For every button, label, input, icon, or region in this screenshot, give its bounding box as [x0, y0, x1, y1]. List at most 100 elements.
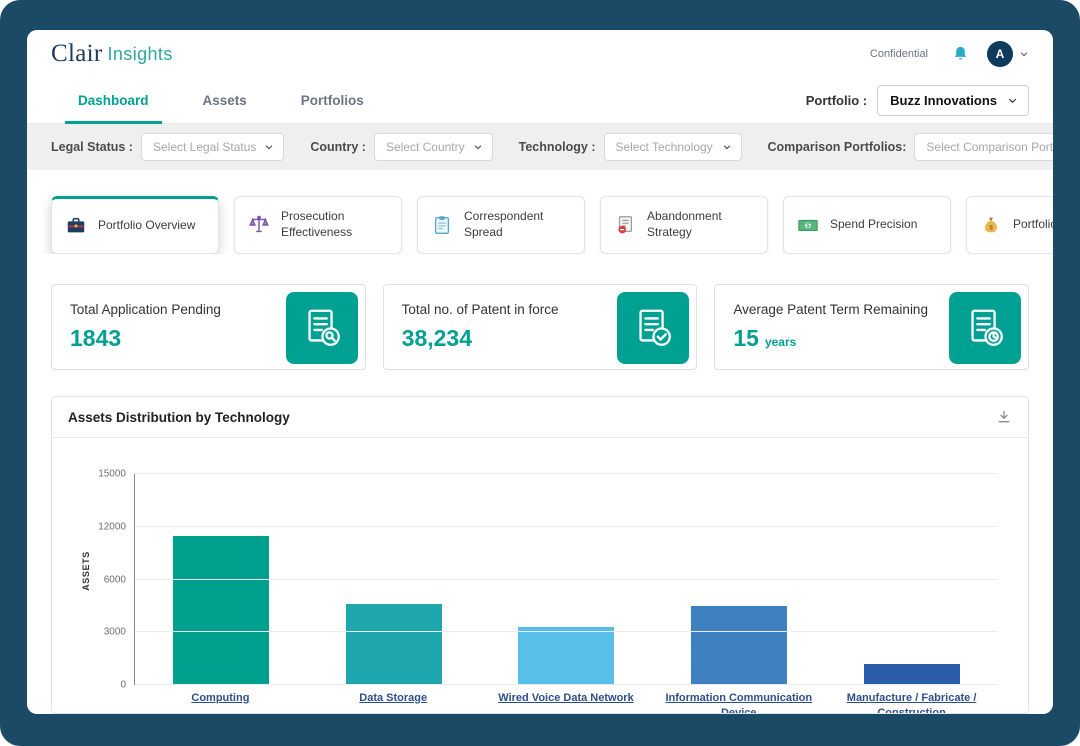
y-tick-label: 12000 — [98, 521, 126, 532]
select-placeholder: Select Technology — [616, 140, 713, 154]
stat-value: 38,234 — [402, 325, 472, 352]
filter-group-legal-status: Legal Status : Select Legal Status — [51, 133, 284, 161]
avatar[interactable]: A — [987, 41, 1013, 67]
feature-title: Abandonment Strategy — [647, 209, 755, 240]
stat-value: 15 — [733, 325, 759, 352]
filter-group-comparison-portfolios: Comparison Portfolios: Select Comparison… — [768, 133, 1054, 161]
chevron-down-icon — [722, 142, 732, 152]
header-right: Confidential A — [870, 41, 1029, 67]
gridline — [135, 684, 998, 685]
x-label-slot: Data Storage — [307, 691, 480, 714]
bar-information-communication-device[interactable] — [691, 606, 787, 685]
cash-icon: $ — [796, 214, 820, 236]
x-axis-label[interactable]: Manufacture / Fabricate / Construction — [827, 691, 997, 714]
filter-group-country: Country : Select Country — [310, 133, 492, 161]
gridline — [135, 473, 998, 474]
briefcase-icon — [64, 215, 88, 237]
tab-assets[interactable]: Assets — [176, 78, 274, 123]
chevron-down-icon — [264, 142, 274, 152]
select-placeholder: Select Country — [386, 140, 465, 154]
portfolio-select[interactable]: Buzz Innovations — [877, 85, 1029, 116]
download-icon[interactable] — [996, 409, 1012, 425]
legal-status-select[interactable]: Select Legal Status — [141, 133, 284, 161]
app-header: Clair Insights Confidential A — [27, 30, 1053, 78]
x-axis-label[interactable]: Wired Voice Data Network — [498, 691, 633, 714]
y-axis-title: ASSETS — [81, 551, 91, 591]
card-portfolio-strength[interactable]: $ Portfolio Strength — [966, 196, 1053, 254]
portfolio-group: Portfolio : Buzz Innovations — [806, 78, 1029, 123]
x-label-slot: Information Communication Device — [652, 691, 825, 714]
money-bag-icon: $ — [979, 214, 1003, 236]
logo-primary: Clair — [51, 40, 103, 68]
document-clock-icon — [949, 292, 1021, 364]
select-placeholder: Select Legal Status — [153, 140, 256, 154]
bar-slot — [653, 474, 826, 685]
country-select[interactable]: Select Country — [374, 133, 493, 161]
tab-dashboard[interactable]: Dashboard — [51, 78, 176, 123]
nav-row: Dashboard Assets Portfolios Portfolio : … — [27, 78, 1053, 124]
bar-wired-voice-data-network[interactable] — [518, 627, 614, 685]
card-spend-precision[interactable]: $ Spend Precision — [783, 196, 951, 254]
gridline — [135, 526, 998, 527]
chevron-down-icon — [1007, 95, 1018, 106]
feature-title: Portfolio Strength — [1013, 217, 1053, 233]
x-axis-label[interactable]: Information Communication Device — [654, 691, 824, 714]
feature-title: Spend Precision — [830, 217, 917, 233]
document-stop-icon — [613, 214, 637, 236]
filter-label: Comparison Portfolios: — [768, 140, 907, 154]
bar-manufacture-fabricate-construction[interactable] — [864, 664, 960, 685]
x-labels: Computing Data Storage Wired Voice Data Ne… — [134, 691, 998, 714]
bar-slot — [480, 474, 653, 685]
plot-area: 0300060001200015000 — [134, 474, 998, 685]
bar-data-storage[interactable] — [346, 604, 442, 685]
logo-secondary: Insights — [108, 44, 173, 65]
scales-icon — [247, 214, 271, 236]
y-tick-label: 6000 — [104, 574, 126, 585]
feature-title: Portfolio Overview — [98, 218, 195, 234]
x-label-slot: Manufacture / Fabricate / Construction — [825, 691, 998, 714]
chevron-down-icon[interactable] — [1019, 49, 1029, 59]
bell-icon[interactable] — [952, 45, 969, 63]
filter-label: Country : — [310, 140, 366, 154]
stat-value: 1843 — [70, 325, 121, 352]
chart-card: Assets Distribution by Technology ASSETS… — [51, 396, 1029, 714]
stat-card-average-patent-term: Average Patent Term Remaining 15 years — [714, 284, 1029, 370]
x-label-slot: Computing — [134, 691, 307, 714]
y-tick-label: 0 — [120, 680, 126, 691]
filter-group-technology: Technology : Select Technology — [519, 133, 742, 161]
technology-select[interactable]: Select Technology — [604, 133, 742, 161]
stat-suffix: years — [765, 335, 796, 349]
filter-label: Technology : — [519, 140, 596, 154]
stats-row: Total Application Pending 1843 Total no.… — [27, 254, 1053, 370]
comparison-portfolio-select[interactable]: Select Comparison Portfolio — [914, 133, 1053, 161]
gridline — [135, 579, 998, 580]
stat-card-applications-pending: Total Application Pending 1843 — [51, 284, 366, 370]
x-label-slot: Wired Voice Data Network — [480, 691, 653, 714]
select-placeholder: Select Comparison Portfolio — [926, 140, 1053, 154]
card-abandonment-strategy[interactable]: Abandonment Strategy — [600, 196, 768, 254]
x-axis-label[interactable]: Computing — [191, 691, 249, 714]
filter-bar: Legal Status : Select Legal Status Count… — [27, 124, 1053, 170]
document-check-icon — [617, 292, 689, 364]
app-frame: Clair Insights Confidential A Dashboard … — [0, 0, 1080, 746]
portfolio-label: Portfolio : — [806, 93, 867, 108]
bar-slot — [825, 474, 998, 685]
card-prosecution-effectiveness[interactable]: Prosecution Effectiveness — [234, 196, 402, 254]
confidential-label: Confidential — [870, 48, 928, 60]
card-portfolio-overview[interactable]: Portfolio Overview — [51, 196, 219, 254]
chart-header: Assets Distribution by Technology — [52, 397, 1028, 438]
bar-slot — [135, 474, 308, 685]
y-tick-label: 3000 — [104, 627, 126, 638]
tab-portfolios[interactable]: Portfolios — [274, 78, 391, 123]
chart-title: Assets Distribution by Technology — [68, 410, 290, 425]
feature-title: Correspondent Spread — [464, 209, 572, 240]
x-axis-label[interactable]: Data Storage — [359, 691, 427, 714]
bar-slot — [308, 474, 481, 685]
card-correspondent-spread[interactable]: Correspondent Spread — [417, 196, 585, 254]
y-tick-label: 15000 — [98, 469, 126, 480]
svg-text:$: $ — [989, 225, 993, 232]
filter-label: Legal Status : — [51, 140, 133, 154]
app-window: Clair Insights Confidential A Dashboard … — [27, 30, 1053, 714]
portfolio-select-value: Buzz Innovations — [890, 93, 997, 108]
bar-computing[interactable] — [173, 536, 269, 685]
